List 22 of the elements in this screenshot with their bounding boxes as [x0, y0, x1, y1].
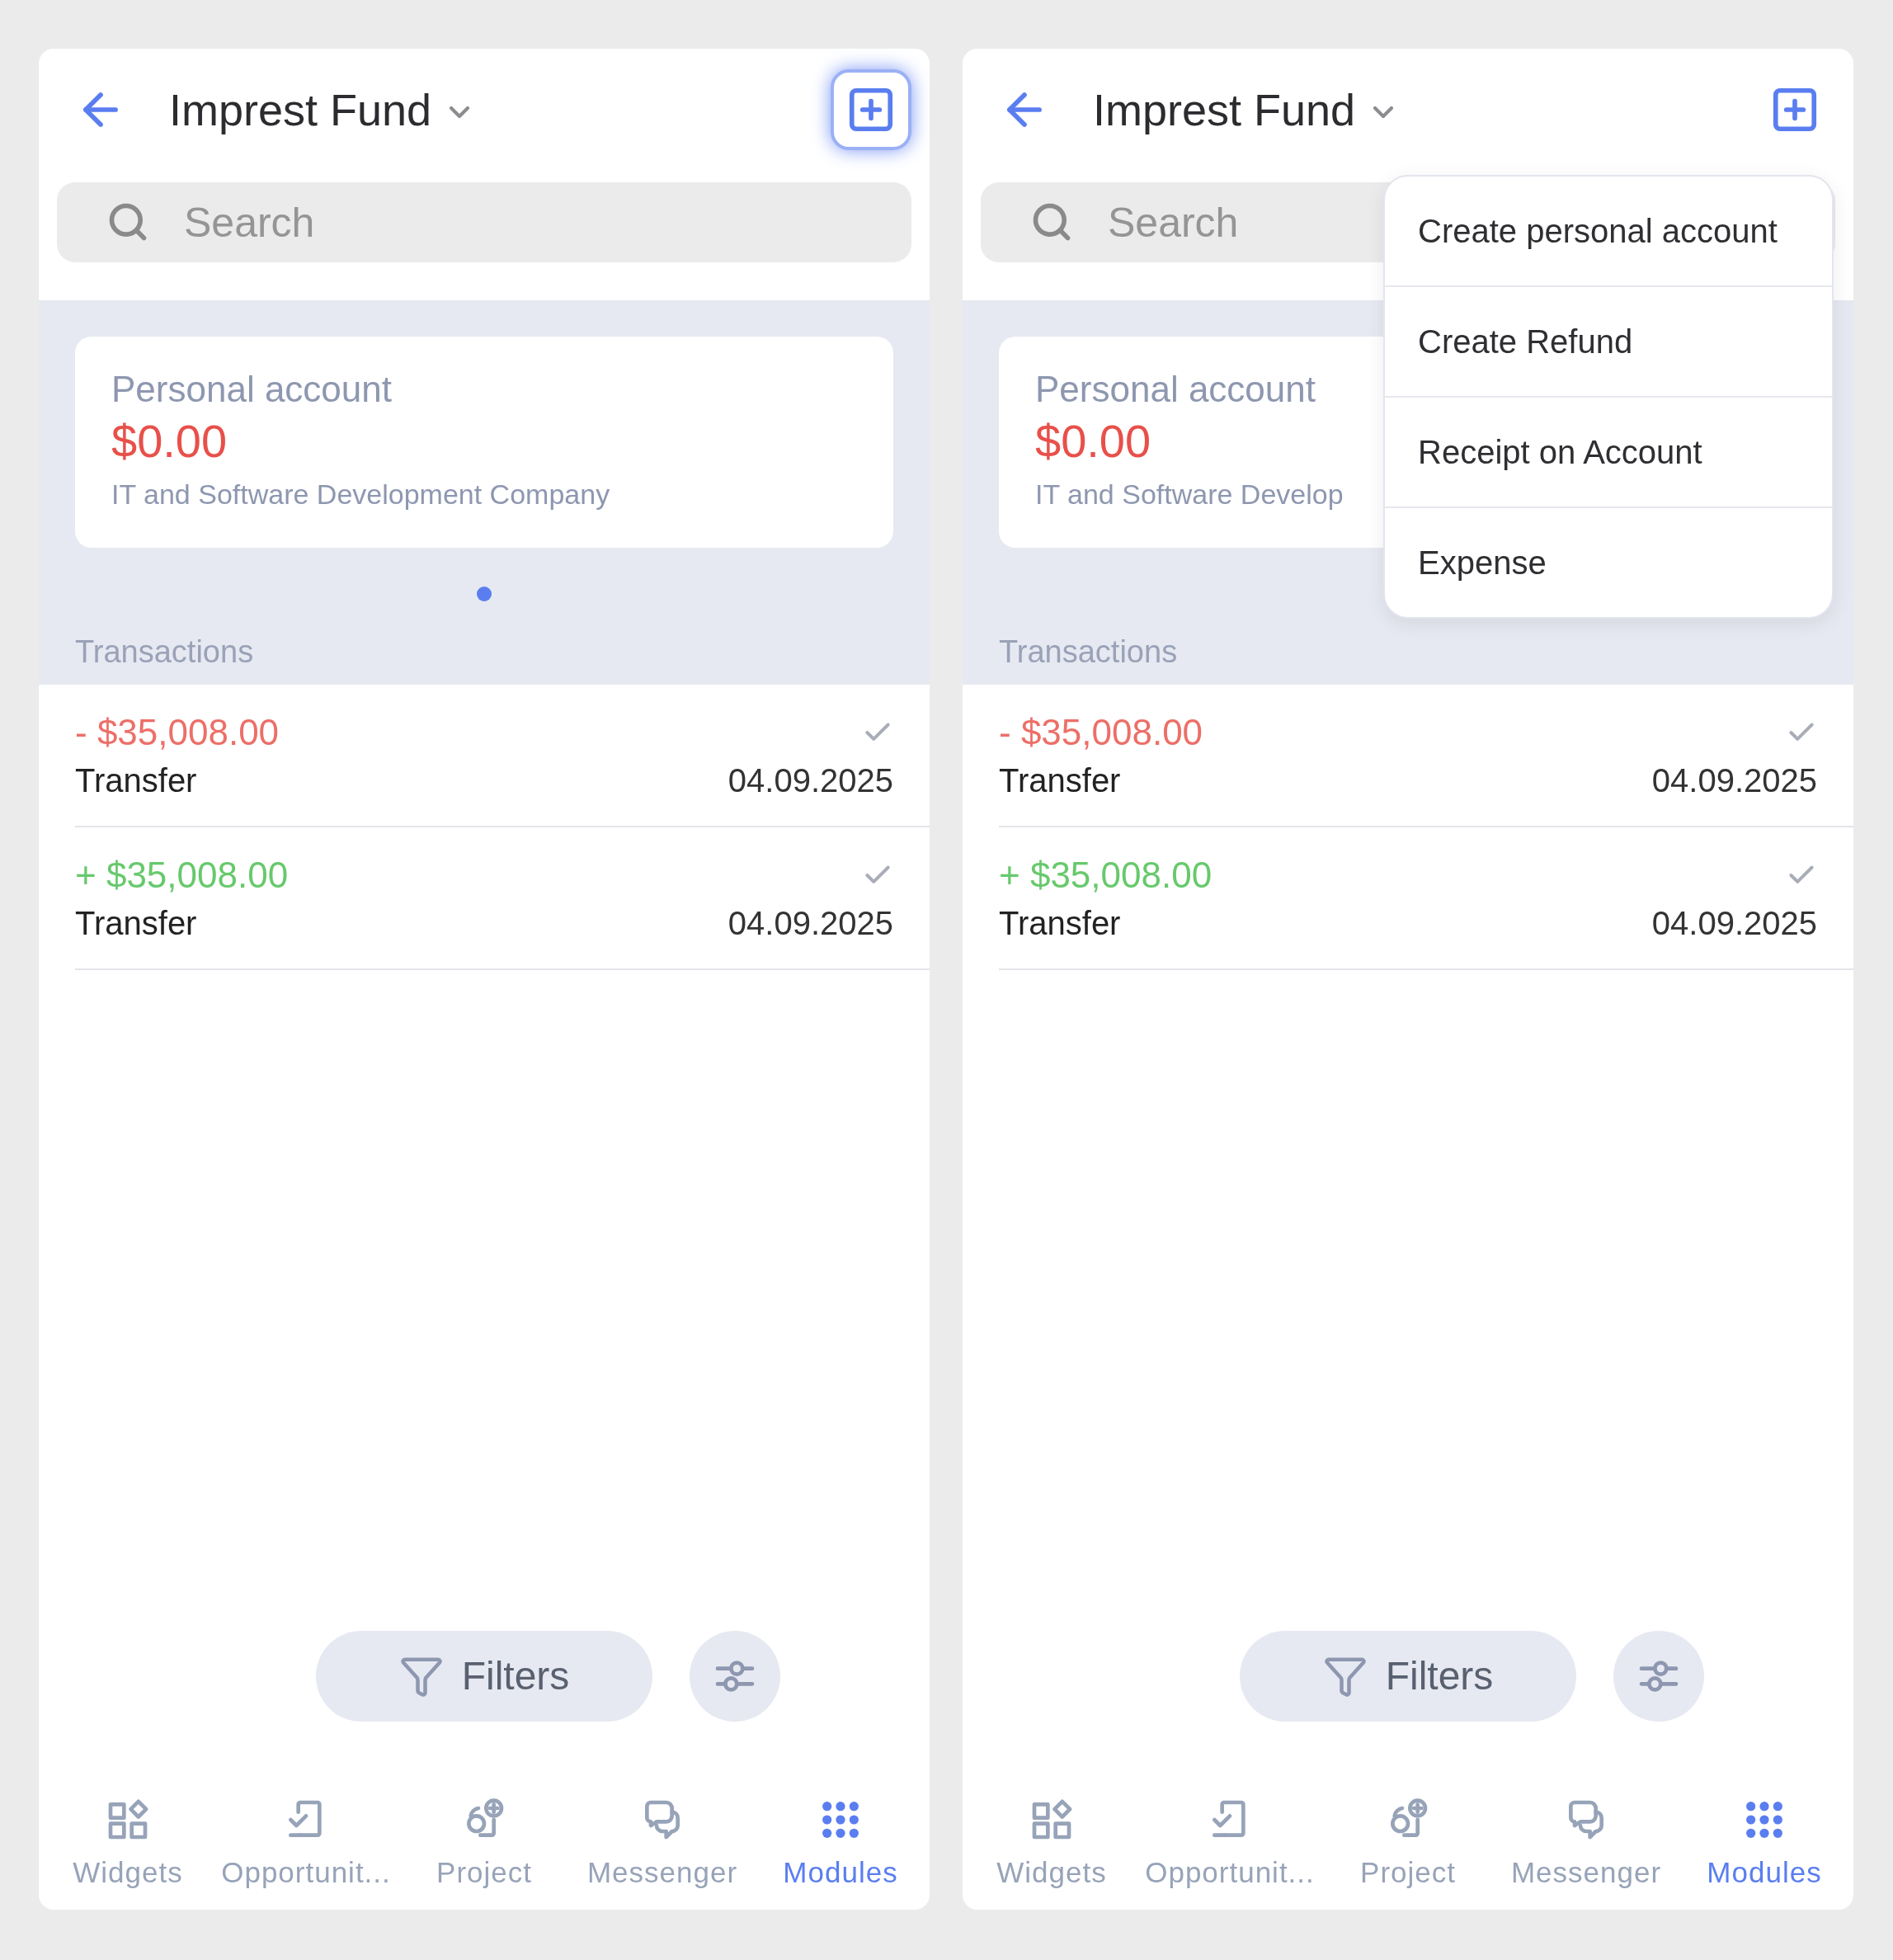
- transaction-amount: - $35,008.00: [75, 710, 280, 754]
- company-name: IT and Software Develop: [1035, 478, 1344, 511]
- screen-title: Imprest Fund: [1093, 83, 1356, 136]
- transaction-type: Transfer: [75, 903, 197, 943]
- transaction-amount: + $35,008.00: [999, 853, 1213, 897]
- transaction-date: 04.09.2025: [1651, 903, 1817, 943]
- account-label: Personal account: [1035, 368, 1316, 411]
- account-balance: $0.00: [1035, 414, 1151, 469]
- transaction-date: 04.09.2025: [728, 761, 893, 800]
- screen-title: Imprest Fund: [169, 83, 432, 136]
- account-label: Personal account: [111, 368, 392, 411]
- company-name: IT and Software Development Company: [111, 478, 610, 511]
- transaction-date: 04.09.2025: [728, 903, 893, 943]
- transaction-amount: + $35,008.00: [75, 853, 289, 897]
- transaction-type: Transfer: [999, 903, 1121, 943]
- account-balance: $0.00: [111, 414, 228, 469]
- transaction-type: Transfer: [75, 761, 197, 800]
- transaction-type: Transfer: [999, 761, 1121, 800]
- transaction-date: 04.09.2025: [1651, 761, 1817, 800]
- section-title: Transactions: [75, 634, 255, 671]
- transaction-amount: - $35,008.00: [999, 710, 1203, 754]
- section-title: Transactions: [999, 634, 1179, 671]
